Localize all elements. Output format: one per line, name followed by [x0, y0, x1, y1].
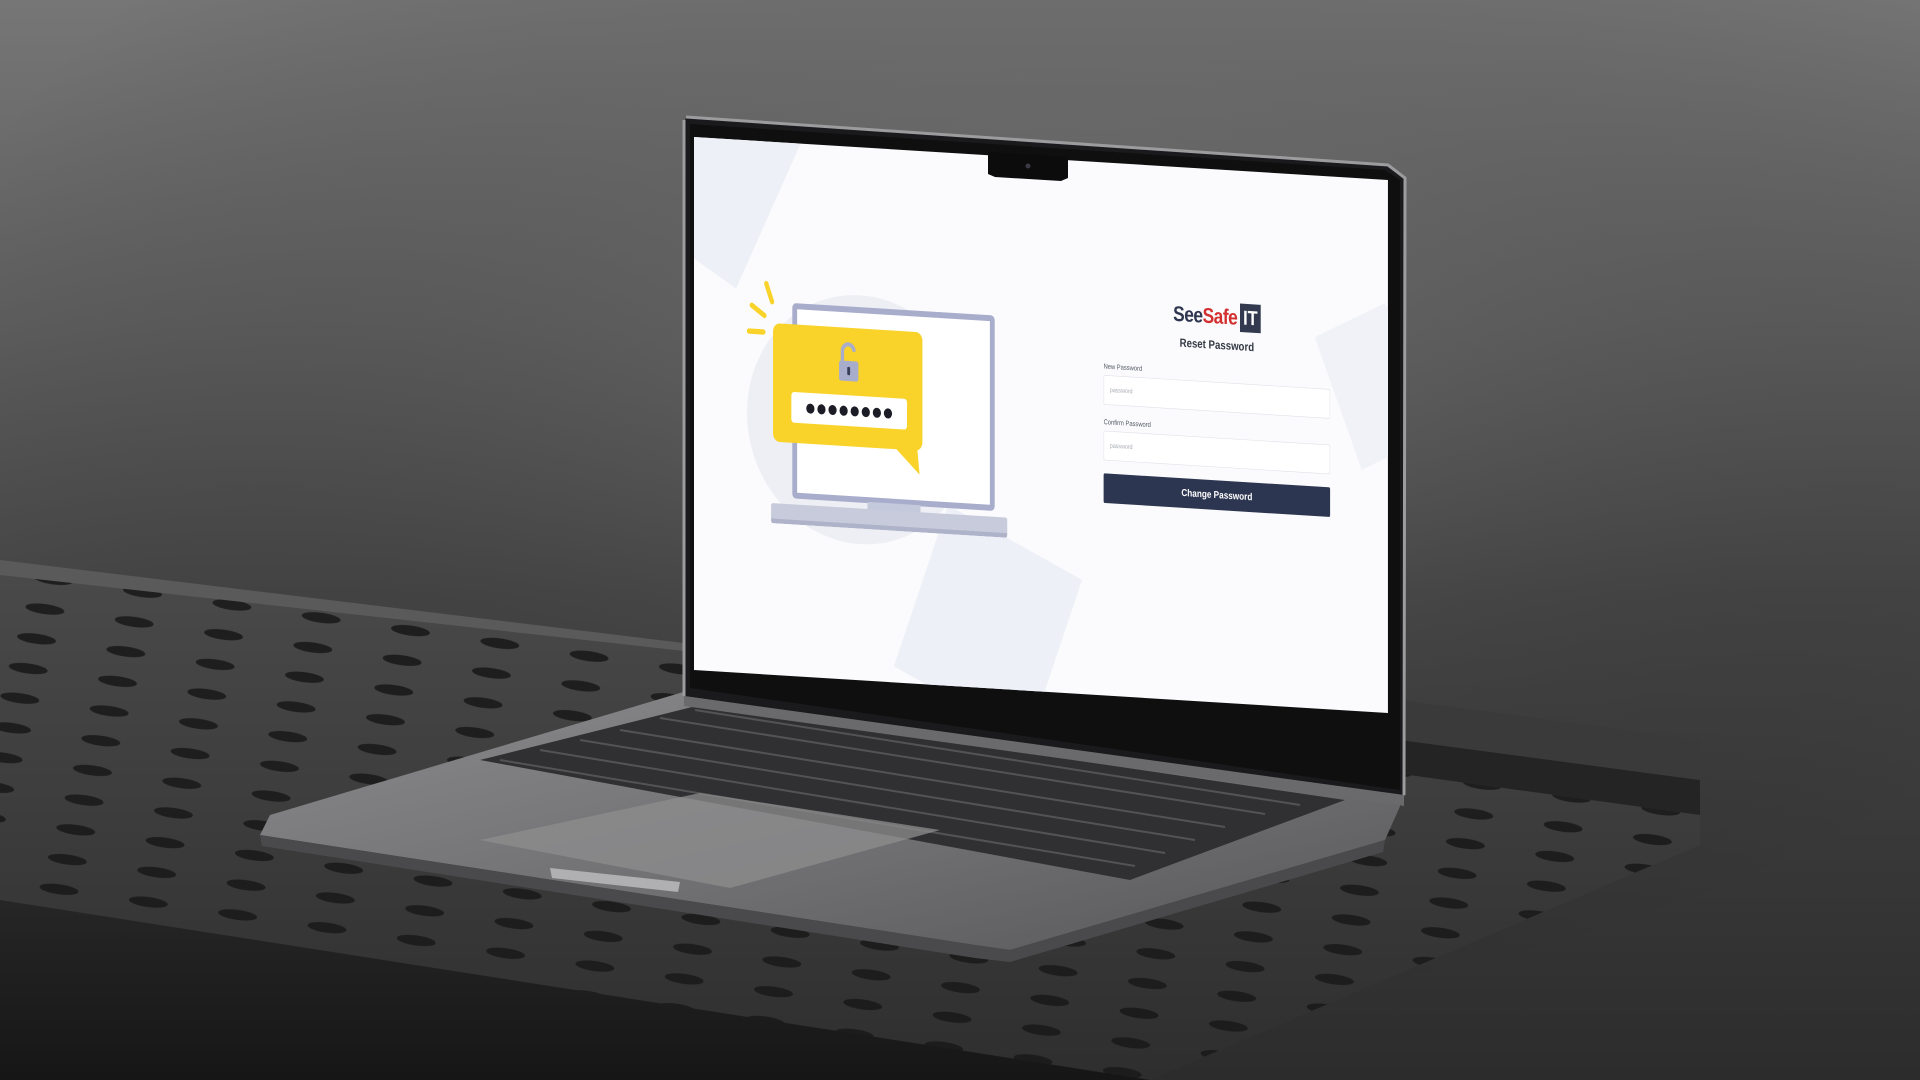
logo-see-text: See [1173, 301, 1203, 328]
logo-safe-text: Safe [1202, 302, 1238, 330]
reset-password-form: See Safe IT Reset Password New Password … [1103, 293, 1331, 517]
background-shape [694, 137, 809, 289]
mask-dot [839, 405, 848, 416]
brand-logo: See Safe IT [1104, 293, 1330, 340]
mask-dot [861, 406, 870, 418]
change-password-button[interactable]: Change Password [1103, 473, 1331, 517]
mask-dot [806, 403, 815, 414]
password-illustration [747, 276, 1008, 558]
logo-it-badge: IT [1240, 303, 1261, 334]
mask-dot [872, 407, 881, 418]
mask-dot [883, 407, 893, 419]
mask-dot [850, 405, 859, 417]
mask-dot [817, 403, 826, 415]
scene: See Safe IT Reset Password New Password … [0, 0, 1920, 1080]
screen: See Safe IT Reset Password New Password … [694, 137, 1388, 714]
unlocked-padlock-icon [839, 342, 859, 382]
mask-dot [828, 404, 837, 416]
